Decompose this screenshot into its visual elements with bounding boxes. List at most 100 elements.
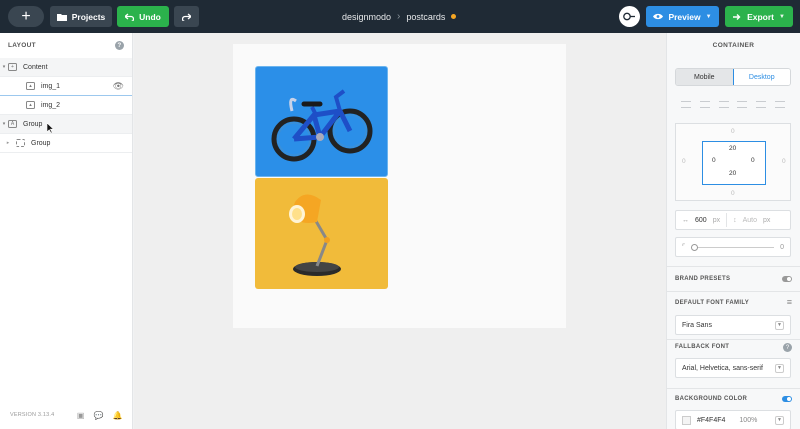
tree-item-img-2[interactable]: ▴ img_2 xyxy=(0,96,132,115)
collapse-arrow-icon[interactable]: ▾ xyxy=(0,64,8,70)
visibility-eye-icon[interactable]: 👁 xyxy=(113,81,124,92)
brand-presets-toggle[interactable] xyxy=(782,276,792,282)
folder-icon xyxy=(56,13,67,21)
chevron-down-icon: ▼ xyxy=(775,363,784,373)
align-bottom-icon[interactable] xyxy=(774,100,785,108)
chevron-down-icon: ▼ xyxy=(775,320,784,330)
color-swatch[interactable] xyxy=(682,415,691,425)
corner-radius-icon: ⌜ xyxy=(682,244,686,251)
add-button[interactable]: + xyxy=(8,6,44,27)
height-input[interactable]: Auto xyxy=(743,217,757,224)
align-center-icon[interactable] xyxy=(699,100,710,108)
eye-icon xyxy=(653,13,664,20)
editor-canvas[interactable] xyxy=(134,33,666,429)
image-icon: ▴ xyxy=(26,101,35,109)
padding-box: 20 0 20 0 xyxy=(702,141,766,185)
img-2-tile[interactable] xyxy=(255,178,388,289)
layout-panel: LAYOUT ? ▾ + Content ▴ img_1 👁 ▴ img_2 ▾… xyxy=(0,33,133,429)
notification-bell-icon[interactable]: 🔔 xyxy=(113,411,123,420)
background-color-toggle[interactable] xyxy=(782,396,792,402)
tree-item-group[interactable]: ▸ Group xyxy=(0,134,132,153)
undo-icon xyxy=(125,13,135,21)
margin-bottom-value[interactable]: 0 xyxy=(731,190,735,197)
fallback-font-label: FALLBACK FONT xyxy=(675,344,730,350)
background-color-field[interactable]: #F4F4F4 100% ▼ xyxy=(675,410,791,429)
height-unit: px xyxy=(763,216,771,224)
breadcrumb-separator: › xyxy=(397,11,401,22)
default-font-value: Fira Sans xyxy=(682,321,712,329)
tree-item-label: Group xyxy=(23,120,43,128)
undo-label: Undo xyxy=(139,11,161,22)
width-arrows-icon: ↔ xyxy=(682,216,689,224)
chevron-down-icon: ▼ xyxy=(705,13,712,20)
radius-slider[interactable] xyxy=(691,243,775,251)
projects-label: Projects xyxy=(71,11,106,22)
background-color-label: BACKGROUND COLOR xyxy=(675,396,748,402)
width-input[interactable]: 600 xyxy=(695,217,707,224)
margin-left-value[interactable]: 0 xyxy=(682,158,686,165)
bicycle-illustration xyxy=(271,89,373,162)
chevron-down-icon: ▼ xyxy=(778,13,785,20)
preview-button[interactable]: Preview ▼ xyxy=(646,6,719,27)
align-left-icon[interactable] xyxy=(681,100,691,108)
tree-item-label: img_1 xyxy=(41,82,61,90)
mobile-tab[interactable]: Mobile xyxy=(676,69,733,85)
tree-item-group-section[interactable]: ▾ A Group xyxy=(0,115,132,134)
mouse-cursor-icon xyxy=(47,123,54,133)
text-icon: A xyxy=(8,120,17,128)
sidebar-footer: VERSION 3.13.4 ▣ 💬 🔔 xyxy=(0,401,133,429)
email-container[interactable] xyxy=(233,44,566,328)
export-label: Export xyxy=(747,11,774,22)
padding-bottom-value[interactable]: 20 xyxy=(729,170,736,177)
unsaved-indicator xyxy=(451,14,457,19)
width-unit: px xyxy=(712,216,721,224)
slider-handle[interactable] xyxy=(691,243,699,251)
height-arrows-icon: ↕ xyxy=(733,216,737,224)
tree-item-label: Content xyxy=(23,63,48,71)
breadcrumb: designmodo › postcards xyxy=(342,11,457,22)
tree-item-img-1[interactable]: ▴ img_1 👁 xyxy=(0,77,132,96)
panel-title: CONTAINER xyxy=(712,42,755,49)
help-icon[interactable]: ? xyxy=(783,343,792,352)
group-icon xyxy=(16,139,25,147)
expand-arrow-icon[interactable]: ▸ xyxy=(0,140,16,146)
layout-panel-header: LAYOUT ? xyxy=(0,33,132,58)
padding-left-value[interactable]: 0 xyxy=(712,157,716,164)
menu-icon[interactable]: ≡ xyxy=(787,297,792,307)
align-right-icon[interactable] xyxy=(718,100,729,108)
device-toggle: Mobile Desktop xyxy=(675,68,791,86)
align-top-icon[interactable] xyxy=(737,100,748,108)
default-font-select[interactable]: Fira Sans ▼ xyxy=(675,315,791,335)
redo-button[interactable] xyxy=(174,6,199,27)
layout-panel-title: LAYOUT xyxy=(8,42,36,49)
alignment-toolbar xyxy=(675,95,791,113)
breadcrumb-project[interactable]: postcards xyxy=(406,12,445,22)
container-icon: + xyxy=(8,63,17,71)
tree-item-content[interactable]: ▾ + Content xyxy=(0,58,132,77)
align-middle-icon[interactable] xyxy=(756,100,767,108)
chat-icon[interactable]: 💬 xyxy=(94,411,104,420)
version-label: VERSION 3.13.4 xyxy=(10,412,55,418)
projects-button[interactable]: Projects xyxy=(50,6,112,27)
collapse-arrow-icon[interactable]: ▾ xyxy=(0,121,8,127)
avatar[interactable] xyxy=(619,6,640,27)
margin-top-value[interactable]: 0 xyxy=(731,128,735,135)
templates-icon[interactable]: ▣ xyxy=(77,411,85,420)
tree-item-label: img_2 xyxy=(41,101,61,109)
padding-top-value[interactable]: 20 xyxy=(729,145,736,152)
radius-value[interactable]: 0 xyxy=(780,244,784,251)
img-1-tile[interactable] xyxy=(255,66,388,177)
desktop-tab[interactable]: Desktop xyxy=(732,69,790,85)
help-icon[interactable]: ? xyxy=(115,41,124,50)
export-icon xyxy=(733,13,741,20)
default-font-label: DEFAULT FONT FAMILY xyxy=(675,300,750,306)
export-button[interactable]: Export ▼ xyxy=(725,6,793,27)
margin-right-value[interactable]: 0 xyxy=(782,158,786,165)
padding-right-value[interactable]: 0 xyxy=(751,157,755,164)
undo-button[interactable]: Undo xyxy=(117,6,169,27)
fallback-font-select[interactable]: Arial, Helvetica, sans-serif ▼ xyxy=(675,358,791,378)
breadcrumb-workspace[interactable]: designmodo xyxy=(342,12,391,22)
desk-lamp-illustration xyxy=(289,194,341,276)
background-opacity[interactable]: 100% xyxy=(739,417,757,424)
background-color-value: #F4F4F4 xyxy=(697,416,726,424)
